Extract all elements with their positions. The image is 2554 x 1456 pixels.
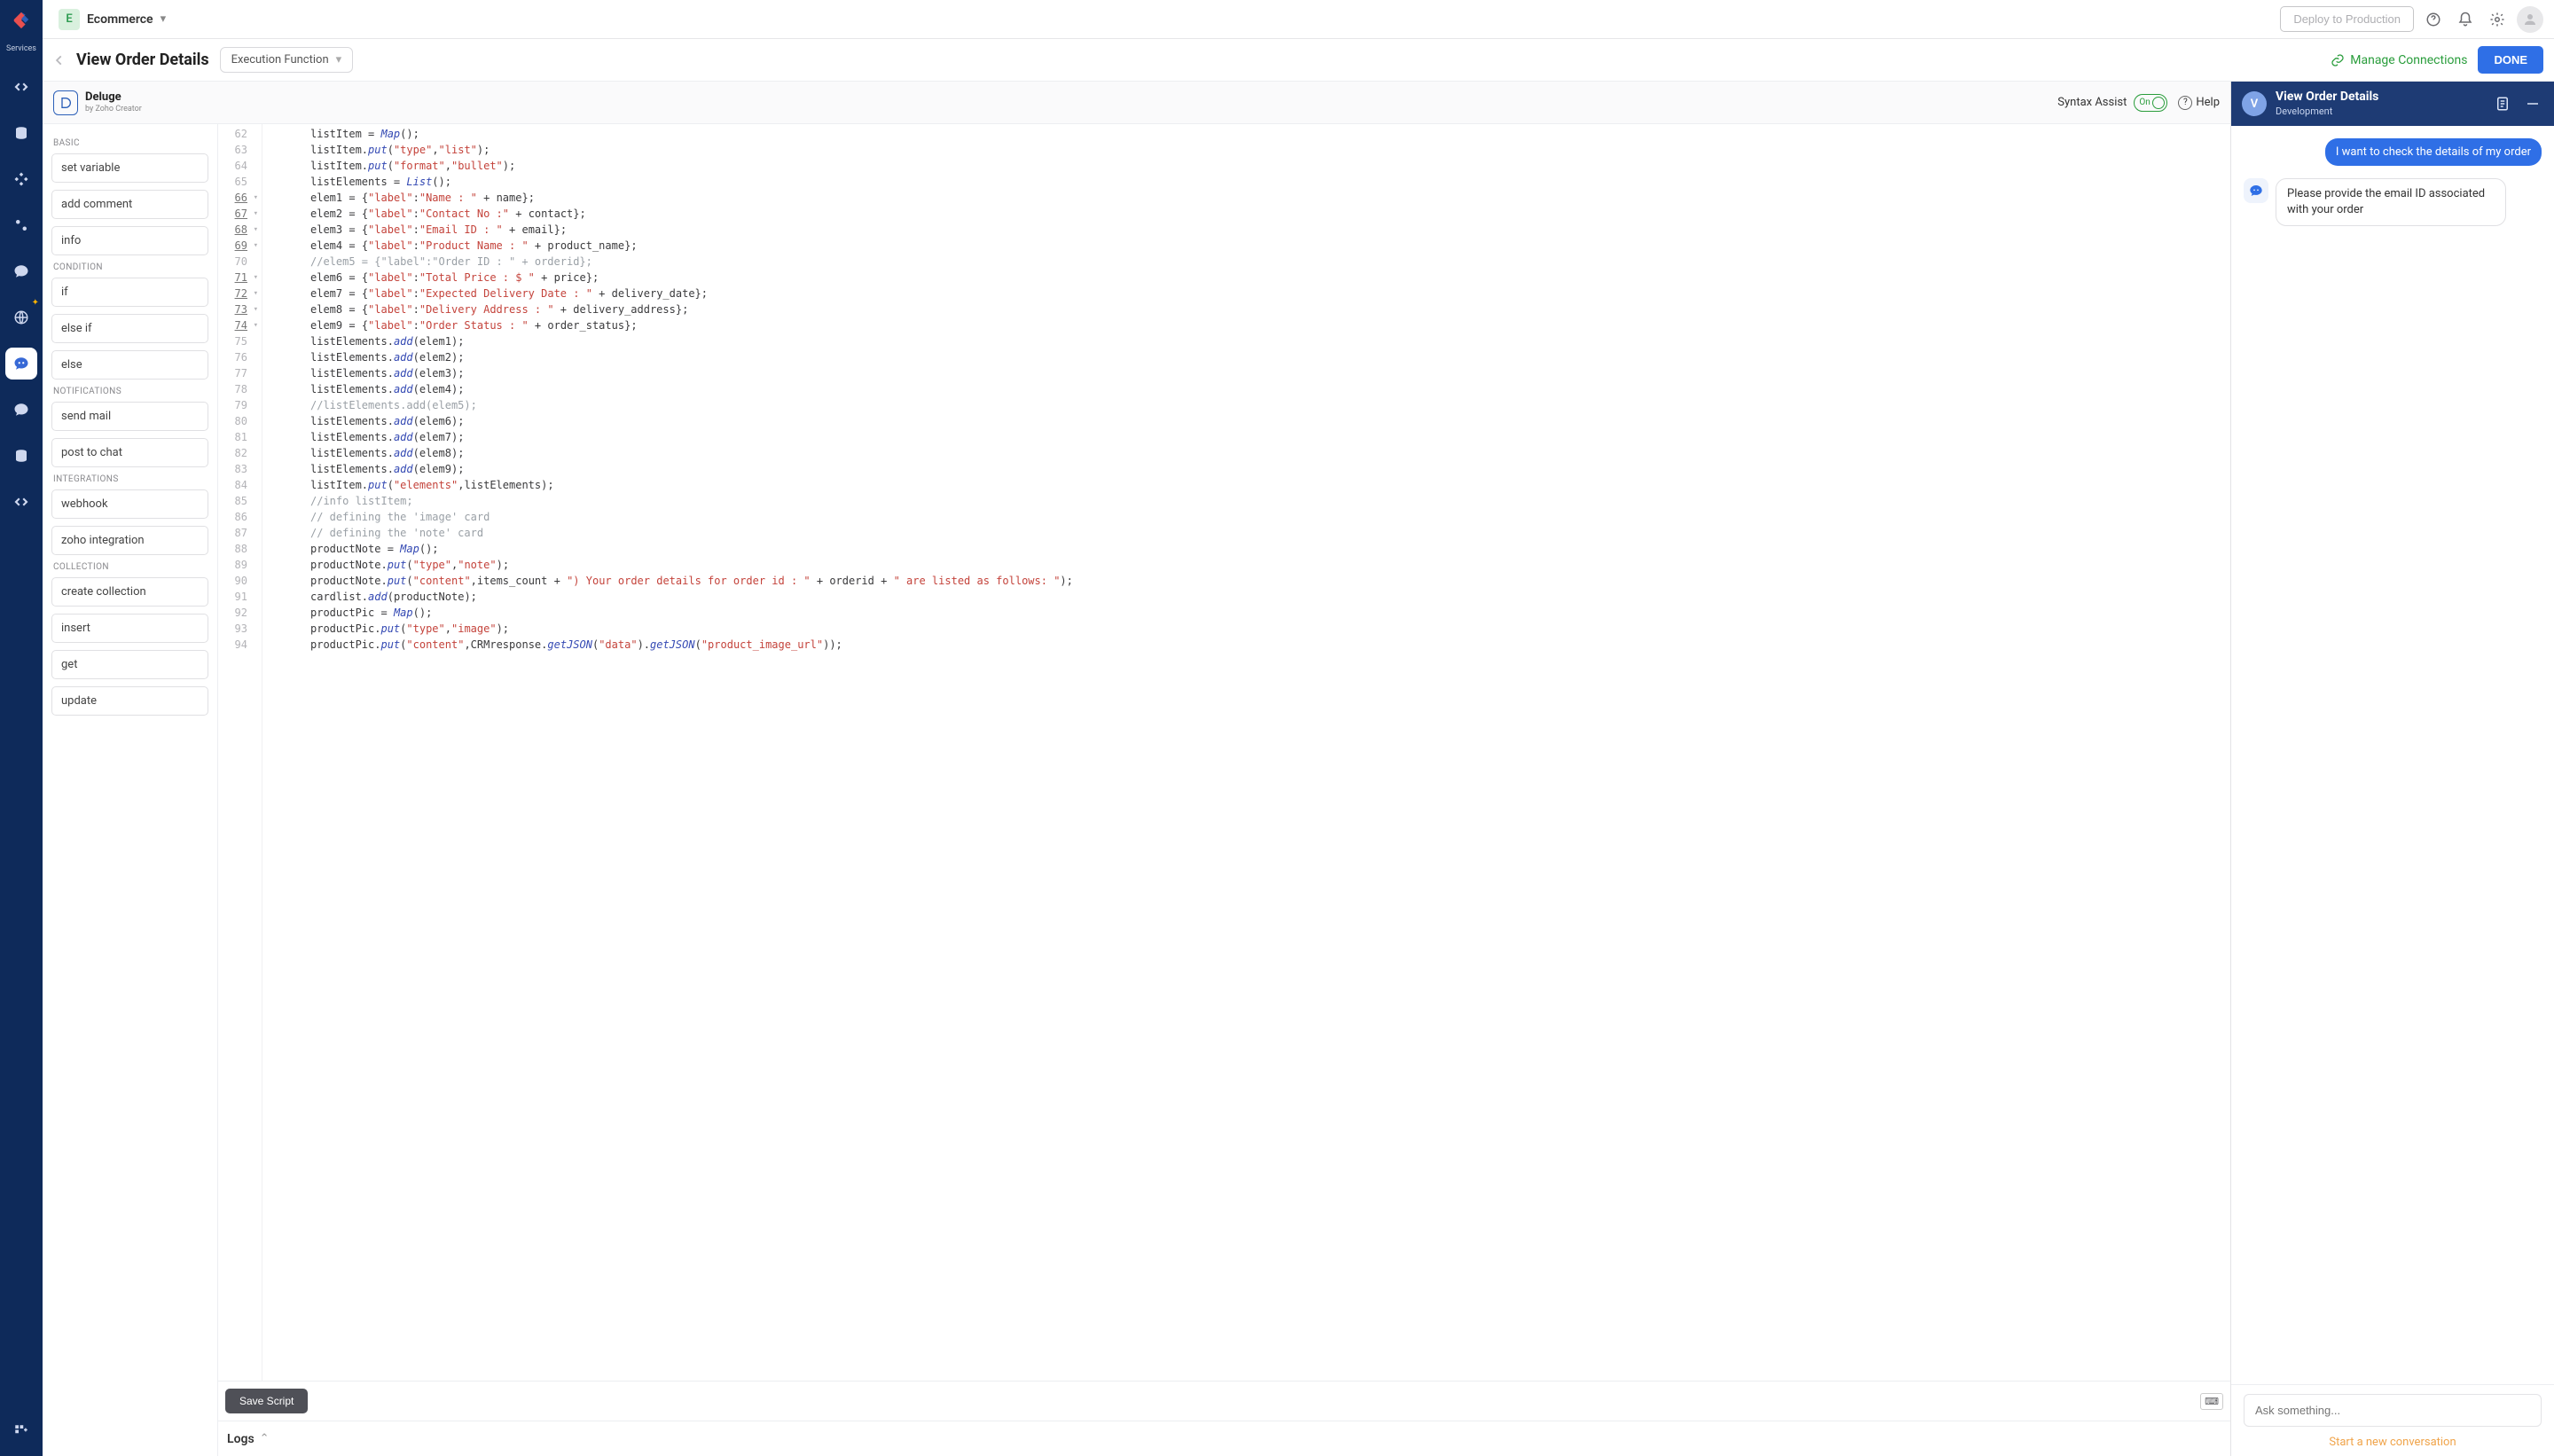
bot-avatar-icon xyxy=(2244,178,2268,203)
help-icon[interactable] xyxy=(2421,7,2446,32)
syntax-assist-label: Syntax Assist xyxy=(2057,96,2127,109)
snippet-item[interactable]: info xyxy=(51,226,208,255)
rail-item-chat2[interactable] xyxy=(5,394,37,426)
snippet-group-title: CONDITION xyxy=(53,262,208,272)
chat-footer: Start a new conversation xyxy=(2231,1384,2554,1456)
manage-connections-label: Manage Connections xyxy=(2350,53,2467,67)
snippet-item[interactable]: send mail xyxy=(51,402,208,431)
rail-item-bot[interactable] xyxy=(5,348,37,380)
rail-item-apps[interactable] xyxy=(5,1415,37,1447)
chat-minimize-icon[interactable] xyxy=(2522,93,2543,114)
snippet-group-title: BASIC xyxy=(53,138,208,148)
bot-message: Please provide the email ID associated w… xyxy=(2276,178,2506,226)
gutter: 6263646566676869707172737475767778798081… xyxy=(218,124,262,1381)
done-button[interactable]: DONE xyxy=(2478,46,2543,74)
logs-toggle[interactable]: Logs ⌃ xyxy=(218,1421,2230,1456)
save-script-button[interactable]: Save Script xyxy=(225,1389,308,1413)
chat-subtitle: Development xyxy=(2276,106,2483,118)
rail-item-db[interactable] xyxy=(5,440,37,472)
workspace-switcher[interactable]: E Ecommerce ▾ xyxy=(53,5,171,34)
sparkle-icon: ✦ xyxy=(32,298,39,308)
toggle-dot xyxy=(2152,97,2165,109)
gear-icon[interactable] xyxy=(2485,7,2510,32)
chat-body: I want to check the details of my order … xyxy=(2231,126,2554,1384)
syntax-assist-toggle[interactable]: On xyxy=(2134,94,2167,112)
workspace-letter: E xyxy=(59,9,80,30)
code-editor[interactable]: 6263646566676869707172737475767778798081… xyxy=(218,124,2230,1381)
snippet-item[interactable]: if xyxy=(51,278,208,307)
rail-item-code2[interactable] xyxy=(5,486,37,518)
workspace-name: Ecommerce xyxy=(87,12,153,27)
rail-item-chat[interactable] xyxy=(5,255,37,287)
back-button[interactable] xyxy=(53,54,66,67)
chevron-down-icon: ▾ xyxy=(336,53,342,67)
chat-title: View Order Details xyxy=(2276,90,2483,106)
rail-item-code[interactable] xyxy=(5,71,37,103)
snippet-group-title: INTEGRATIONS xyxy=(53,474,208,484)
avatar[interactable] xyxy=(2517,6,2543,33)
deploy-button[interactable]: Deploy to Production xyxy=(2280,6,2414,32)
editor-footer: Save Script ⌨ xyxy=(218,1381,2230,1421)
manage-connections-link[interactable]: Manage Connections xyxy=(2331,53,2467,67)
chevron-down-icon: ▾ xyxy=(161,12,167,26)
snippet-panel: BASIC set variable add comment info CONDITIO… xyxy=(43,124,218,1456)
page-title: View Order Details xyxy=(76,51,209,69)
start-new-conversation-link[interactable]: Start a new conversation xyxy=(2244,1436,2542,1449)
snippet-item[interactable]: set variable xyxy=(51,153,208,183)
snippet-item[interactable]: insert xyxy=(51,614,208,643)
keyboard-icon[interactable]: ⌨ xyxy=(2200,1393,2223,1410)
chat-header: V View Order Details Development xyxy=(2231,82,2554,126)
topbar: E Ecommerce ▾ Deploy to Production xyxy=(43,0,2554,39)
question-icon: ? xyxy=(2178,96,2192,110)
user-message: I want to check the details of my order xyxy=(2325,138,2542,166)
snippet-item[interactable]: else xyxy=(51,350,208,380)
language-name: Deluge xyxy=(85,90,142,105)
snippet-item[interactable]: zoho integration xyxy=(51,526,208,555)
toggle-state-label: On xyxy=(2136,98,2150,107)
snippet-item[interactable]: post to chat xyxy=(51,438,208,467)
bell-icon[interactable] xyxy=(2453,7,2478,32)
link-icon xyxy=(2331,53,2345,67)
snippet-item[interactable]: get xyxy=(51,650,208,679)
editor-toolbar: Deluge by Zoho Creator Syntax Assist On xyxy=(43,82,2230,124)
chat-avatar: V xyxy=(2242,91,2267,116)
snippet-item[interactable]: add comment xyxy=(51,190,208,219)
brand-logo xyxy=(9,7,34,32)
chevron-up-icon: ⌃ xyxy=(260,1432,270,1445)
page-header: View Order Details Execution Function ▾ … xyxy=(43,39,2554,82)
snippet-item[interactable]: webhook xyxy=(51,489,208,519)
rail-item-data[interactable] xyxy=(5,117,37,149)
snippet-group-title: COLLECTION xyxy=(53,562,208,572)
language-badge: Deluge by Zoho Creator xyxy=(53,90,142,115)
rail-item-globe[interactable]: ✦ xyxy=(5,301,37,333)
deluge-icon xyxy=(53,90,78,115)
services-label: Services xyxy=(6,41,36,62)
rail-item-integrations[interactable] xyxy=(5,163,37,195)
rail-item-flow[interactable] xyxy=(5,209,37,241)
logs-label: Logs xyxy=(227,1432,255,1446)
snippet-item[interactable]: else if xyxy=(51,314,208,343)
help-label: Help xyxy=(2196,96,2220,109)
language-sub: by Zoho Creator xyxy=(85,105,142,114)
snippet-group-title: NOTIFICATIONS xyxy=(53,387,208,396)
execution-function-dropdown[interactable]: Execution Function ▾ xyxy=(220,47,354,73)
snippet-item[interactable]: update xyxy=(51,686,208,716)
exec-dd-label: Execution Function xyxy=(231,53,329,67)
snippet-item[interactable]: create collection xyxy=(51,577,208,607)
syntax-assist-control: Syntax Assist On xyxy=(2057,94,2167,112)
chat-input[interactable] xyxy=(2244,1394,2542,1427)
help-link[interactable]: ? Help xyxy=(2178,96,2220,110)
chat-transcript-icon[interactable] xyxy=(2492,93,2513,114)
code-lines[interactable]: listItem = Map();listItem.put("type","li… xyxy=(262,124,2230,1381)
nav-rail: Services ✦ xyxy=(0,0,43,1456)
